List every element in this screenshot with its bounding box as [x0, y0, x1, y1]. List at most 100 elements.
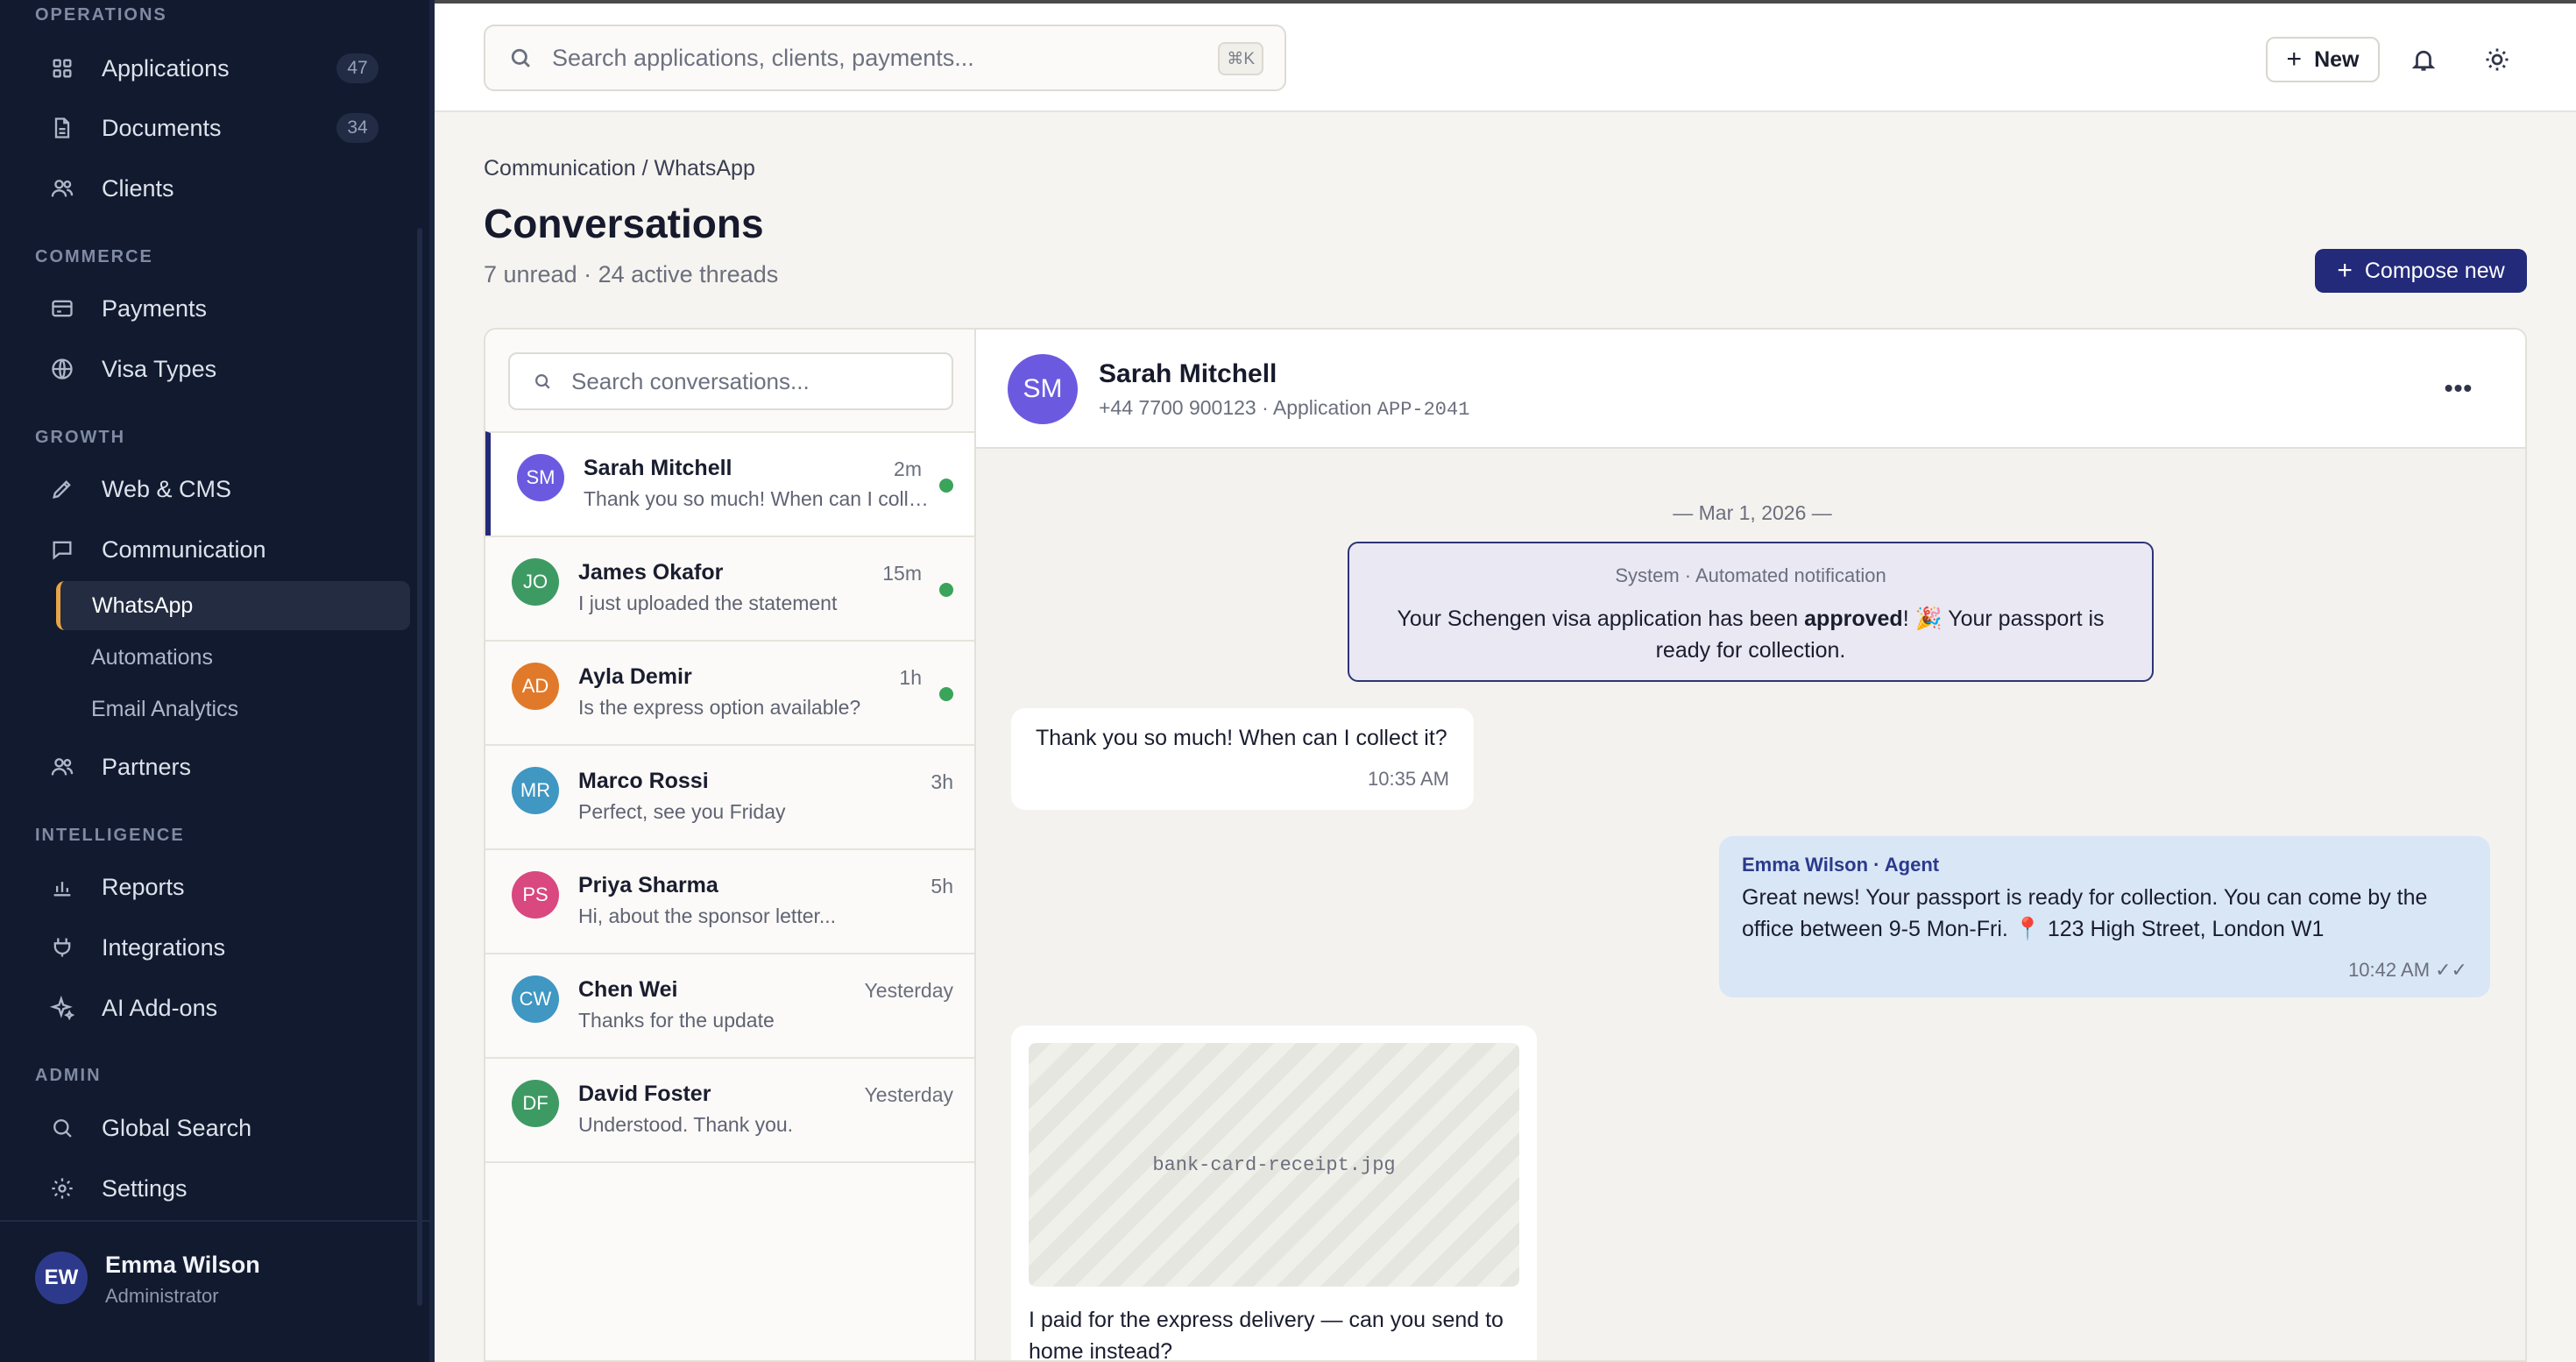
sidebar-item-label: Applications — [102, 54, 230, 82]
conversation-time: Yesterday — [864, 1083, 953, 1106]
sidebar-item-reports[interactable]: Reports — [35, 862, 410, 912]
conversation-time: 1h — [899, 666, 922, 689]
sidebar-item-applications[interactable]: Applications 47 — [35, 44, 410, 93]
compose-new-label: Compose new — [2364, 258, 2505, 283]
section-title-growth: GROWTH — [35, 428, 126, 447]
avatar: PS — [512, 871, 559, 919]
theme-toggle-sun-icon[interactable] — [2480, 42, 2515, 77]
avatar: DF — [512, 1080, 559, 1127]
users-icon — [49, 754, 75, 780]
sidebar-subitem-whatsapp[interactable]: WhatsApp — [56, 581, 410, 630]
breadcrumb[interactable]: Communication / WhatsApp — [484, 156, 755, 181]
sidebar-item-settings[interactable]: Settings — [35, 1164, 410, 1213]
gear-icon — [49, 1175, 75, 1202]
online-status-dot — [939, 687, 953, 701]
message-time: 10:35 AM — [1368, 768, 1449, 790]
system-notification-title: System · Automated notification — [1615, 564, 1886, 586]
incoming-attachment-message: bank-card-receipt.jpg I paid for the exp… — [1011, 1025, 1537, 1360]
sidebar-item-partners[interactable]: Partners — [35, 742, 410, 791]
conversation-name: Chen Wei — [578, 977, 678, 1002]
conversation-time: 2m — [894, 458, 922, 480]
conversation-item[interactable]: MR Marco Rossi 3h Perfect, see you Friday — [485, 744, 974, 848]
conversation-item[interactable]: SM Sarah Mitchell 2m Thank you so much! Whe… — [485, 431, 974, 536]
sidebar-item-ai-addons[interactable]: AI Add-ons — [35, 983, 410, 1032]
more-options-icon[interactable]: ••• — [2441, 374, 2476, 401]
sidebar-subitem-automations[interactable]: Automations — [56, 633, 410, 682]
sidebar-item-web-cms[interactable]: Web & CMS — [35, 465, 410, 514]
plug-icon — [49, 934, 75, 961]
online-status-dot — [939, 479, 953, 493]
sidebar-item-payments[interactable]: Payments — [35, 284, 410, 333]
user-name: Emma Wilson — [105, 1252, 260, 1278]
attachment-preview[interactable]: bank-card-receipt.jpg — [1029, 1043, 1519, 1287]
global-search-input[interactable] — [552, 44, 1284, 72]
search-icon — [49, 1115, 75, 1141]
sidebar-item-label: WhatsApp — [92, 592, 194, 618]
chat-icon — [49, 536, 75, 563]
avatar: CW — [512, 975, 559, 1023]
conversation-item[interactable]: PS Priya Sharma 5h Hi, about the sponsor le… — [485, 848, 974, 953]
list-divider — [485, 1161, 974, 1163]
sidebar-item-visa-types[interactable]: Visa Types — [35, 344, 410, 394]
sidebar-item-clients[interactable]: Clients — [35, 164, 410, 213]
message-time: 10:42 AM ✓✓ — [2348, 959, 2467, 981]
message-author: Emma Wilson · Agent — [1742, 854, 1940, 876]
new-button-label: New — [2314, 46, 2360, 72]
conversation-preview: Is the express option available? — [578, 696, 861, 719]
avatar: SM — [1008, 354, 1078, 424]
compose-new-button[interactable]: + Compose new — [2315, 249, 2527, 293]
conversation-list: SM Sarah Mitchell 2m Thank you so much! Whe… — [485, 330, 976, 1360]
conversation-name: James Okafor — [578, 560, 724, 585]
sidebar-item-documents[interactable]: Documents 34 — [35, 103, 410, 153]
user-profile[interactable]: EW Emma Wilson Administrator — [0, 1220, 429, 1362]
conversation-name: Priya Sharma — [578, 873, 718, 897]
chat-header: SM Sarah Mitchell +44 7700 900123 · Appl… — [976, 330, 2525, 449]
grid-icon — [49, 55, 75, 82]
sidebar-item-label: Settings — [102, 1174, 188, 1202]
conversation-preview: Hi, about the sponsor letter... — [578, 904, 837, 927]
outgoing-message: Emma Wilson · Agent Great news! Your pas… — [1719, 836, 2490, 997]
online-status-dot — [939, 583, 953, 597]
sidebar-scrollbar[interactable] — [417, 228, 422, 1306]
conversation-preview: Perfect, see you Friday — [578, 800, 786, 823]
sidebar-item-integrations[interactable]: Integrations — [35, 923, 410, 972]
search-icon — [535, 374, 550, 389]
date-separator: — Mar 1, 2026 — — [1673, 501, 1832, 524]
document-icon — [49, 115, 75, 141]
sidebar-item-communication[interactable]: Communication — [35, 525, 410, 574]
sidebar-item-label: AI Add-ons — [102, 994, 218, 1021]
conversation-preview: Thanks for the update — [578, 1009, 775, 1032]
conversation-preview: I just uploaded the statement — [578, 592, 838, 614]
sidebar-item-label: Clients — [102, 174, 174, 202]
page-subtitle: 7 unread · 24 active threads — [484, 261, 779, 287]
conversation-item[interactable]: DF David Foster Yesterday Understood. Thank… — [485, 1057, 974, 1161]
section-title-intelligence: INTELLIGENCE — [35, 826, 185, 845]
conversation-item[interactable]: JO James Okafor 15m I just uploaded the sta… — [485, 536, 974, 640]
sidebar-item-label: Reports — [102, 873, 185, 900]
sidebar-item-label: Automations — [91, 644, 213, 670]
top-bar: ⌘K + New — [435, 0, 2576, 112]
conversation-name: Marco Rossi — [578, 769, 709, 793]
conversation-time: 3h — [931, 770, 953, 793]
attachment-file-name: bank-card-receipt.jpg — [1152, 1153, 1396, 1176]
conversation-name: Ayla Demir — [578, 664, 692, 689]
sidebar-item-label: Documents — [102, 114, 222, 141]
avatar: SM — [517, 454, 564, 501]
credit-card-icon — [49, 295, 75, 322]
avatar: JO — [512, 558, 559, 606]
application-id[interactable]: APP-2041 — [1377, 399, 1470, 421]
sidebar-item-global-search[interactable]: Global Search — [35, 1103, 410, 1153]
system-text-bold: approved — [1804, 607, 1903, 631]
contact-meta: +44 7700 900123 · Application APP-2041 — [1099, 396, 1469, 421]
new-button[interactable]: + New — [2266, 37, 2380, 82]
count-badge: 34 — [336, 113, 379, 143]
users-icon — [49, 175, 75, 202]
system-notification: System · Automated notification Your Sch… — [1348, 542, 2154, 682]
sidebar-subitem-email-analytics[interactable]: Email Analytics — [56, 685, 410, 734]
system-text-before: Your Schengen visa application has been — [1397, 607, 1805, 631]
conversation-name: David Foster — [578, 1082, 711, 1106]
conversation-item[interactable]: AD Ayla Demir 1h Is the express option avai… — [485, 640, 974, 744]
notifications-bell-icon[interactable] — [2406, 42, 2441, 77]
conversation-search-input[interactable] — [571, 367, 952, 395]
conversation-item[interactable]: CW Chen Wei Yesterday Thanks for the update — [485, 953, 974, 1057]
